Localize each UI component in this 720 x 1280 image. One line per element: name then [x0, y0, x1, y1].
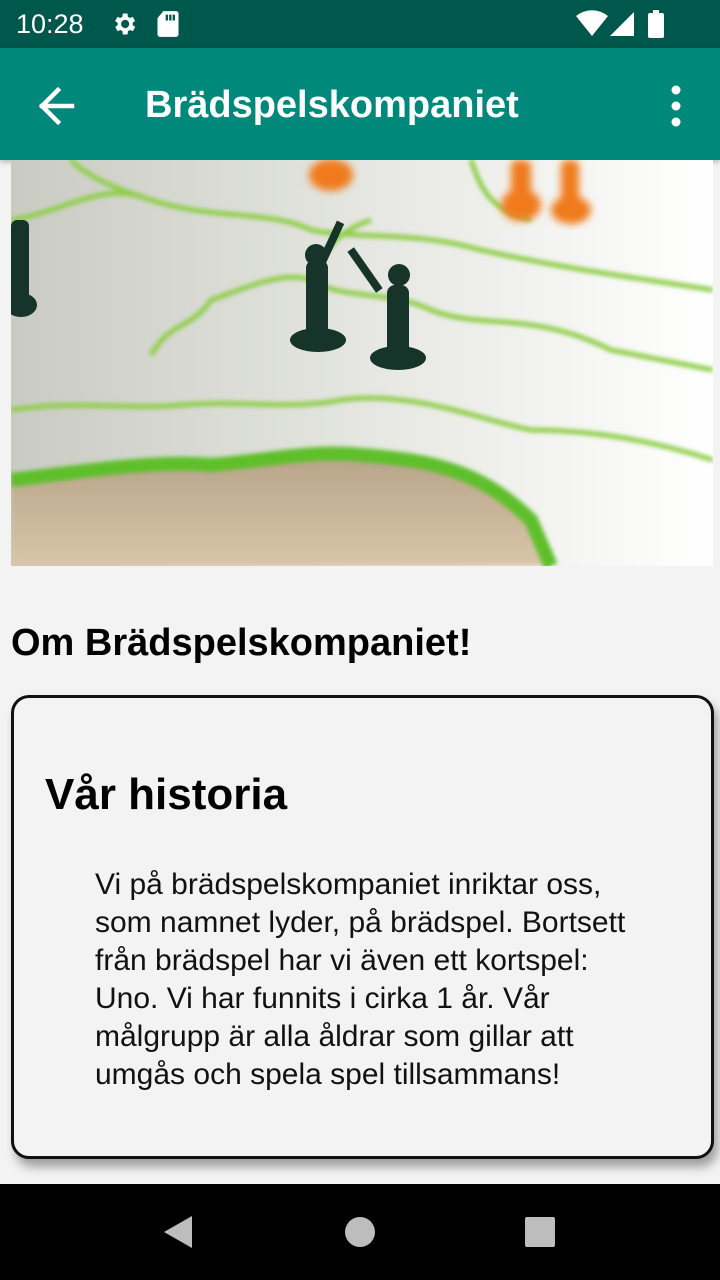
back-button[interactable] — [28, 78, 84, 134]
more-vert-icon — [656, 85, 696, 138]
app-bar: Brädspelskompaniet — [0, 48, 720, 160]
nav-back-button[interactable] — [152, 1204, 208, 1260]
system-nav-bar — [0, 1184, 720, 1280]
nav-recents-button[interactable] — [512, 1204, 568, 1260]
gear-icon — [110, 10, 138, 43]
nav-home-icon — [332, 1217, 388, 1264]
status-bar: 10:28 — [0, 0, 720, 48]
signal-icon — [608, 10, 636, 43]
sd-card-icon — [156, 10, 180, 43]
card-body: Vi på brädspelskompaniet inriktar oss, s… — [95, 868, 626, 1091]
history-card: Vår historia Vi på brädspelskompaniet in… — [11, 695, 714, 1159]
nav-recents-icon — [512, 1217, 568, 1264]
nav-home-button[interactable] — [332, 1204, 388, 1260]
arrow-back-icon — [28, 86, 84, 138]
overflow-menu-button[interactable] — [656, 78, 696, 134]
battery-icon — [648, 10, 664, 43]
board-game-photo — [11, 160, 713, 566]
app-title: Brädspelskompaniet — [145, 84, 519, 126]
wifi-icon — [576, 10, 608, 43]
nav-back-icon — [152, 1216, 208, 1264]
card-title: Vår historia — [45, 770, 288, 819]
status-time: 10:28 — [16, 9, 84, 39]
section-title: Om Brädspelskompaniet! — [11, 622, 472, 664]
